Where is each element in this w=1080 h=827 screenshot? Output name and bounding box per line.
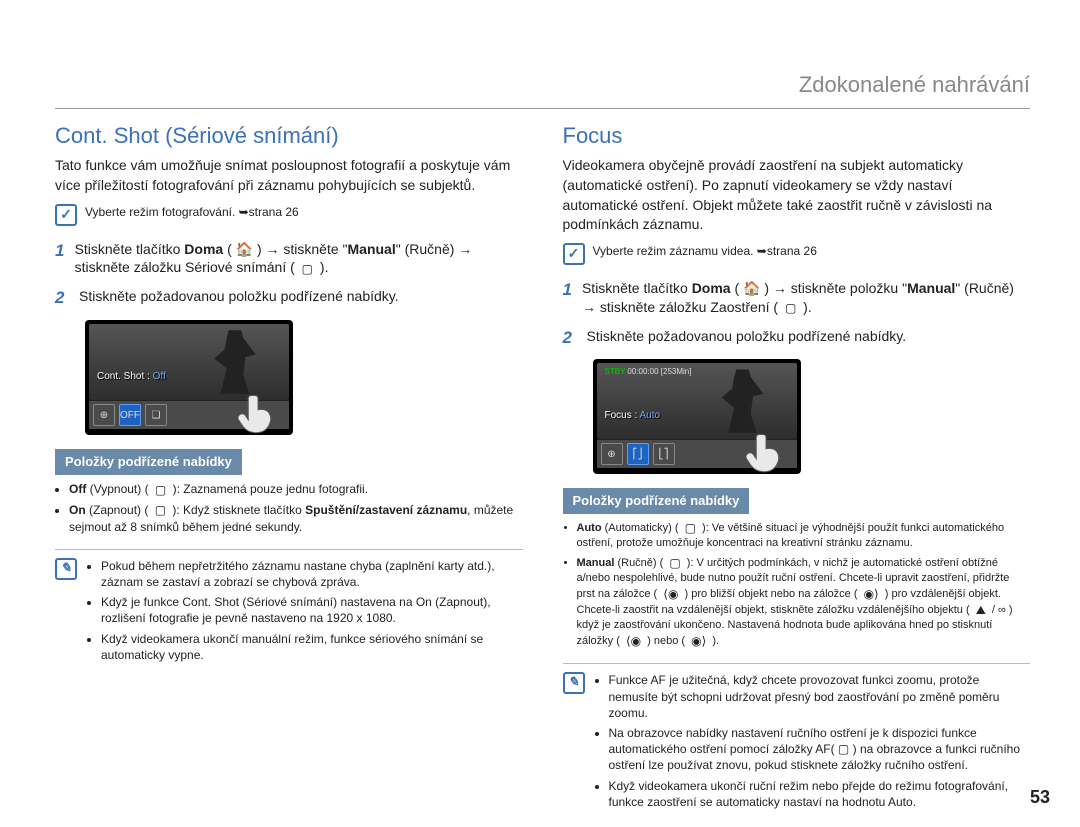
zoom-in-icon: ⊕ (601, 443, 623, 465)
note-right: ✎ Funkce AF je užitečná, když chcete pro… (563, 663, 1031, 814)
note-icon: ✎ (563, 672, 585, 694)
step1-text: Stiskněte tlačítko Doma ( 🏠 ) → stisknět… (582, 279, 1030, 317)
auto-icon: ▢ (682, 520, 699, 536)
col-focus: Focus Videokamera obyčejně provádí zaost… (563, 121, 1031, 814)
focus-tab-icon: ▢ (782, 300, 799, 316)
submenu-header-right: Položky podřízené nabídky (563, 488, 750, 514)
check-icon: ✓ (55, 204, 77, 226)
on-icon: ▢ (152, 502, 169, 518)
section-title-left: Cont. Shot (Sériové snímání) (55, 121, 523, 151)
near-icon: ⟨◉ (660, 586, 681, 602)
lcd-screenshot-left: Cont. Shot : Off ⊕ OFF ❏ (85, 320, 293, 435)
intro-left: Tato funkce vám umožňuje snímat posloupn… (55, 156, 523, 195)
lcd-status-label: Focus : Auto (605, 409, 661, 423)
col-cont-shot: Cont. Shot (Sériové snímání) Tato funkce… (55, 121, 523, 814)
prerequisite-text: Vyberte režim fotografování. ➥strana 26 (85, 204, 299, 220)
mountain-icon: ⛰ (973, 602, 989, 618)
finger-icon (743, 430, 787, 474)
submenu-header-left: Položky podřízené nabídky (55, 449, 242, 475)
step1-text: Stiskněte tlačítko Doma ( 🏠 ) → stisknět… (75, 240, 523, 278)
off-icon: ▢ (152, 482, 169, 498)
step-number: 1 (55, 240, 65, 278)
step2-text: Stiskněte požadovanou položku podřízené … (79, 287, 399, 310)
section-title-right: Focus (563, 121, 1031, 151)
step-number: 1 (563, 279, 572, 317)
submenu-item: Auto (Automaticky) ( ▢ ): Ve většině sit… (577, 520, 1031, 551)
prerequisite-right: ✓ Vyberte režim záznamu videa. ➥strana 2… (563, 243, 1031, 265)
zoom-in-icon: ⊕ (93, 404, 115, 426)
note-item: Pokud během nepřetržitého záznamu nastan… (101, 558, 523, 590)
step2-right: 2 Stiskněte požadovanou položku podřízen… (563, 327, 1031, 350)
manual-icon: ▢ (666, 555, 683, 571)
step1-right: 1 Stiskněte tlačítko Doma ( 🏠 ) → stiskn… (563, 279, 1031, 317)
note-item: Když je funkce Cont. Shot (Sériové snímá… (101, 594, 523, 626)
step-number: 2 (55, 287, 69, 310)
stby-indicator: STBY00:00:00 [253Min] (603, 367, 692, 378)
prerequisite-text: Vyberte režim záznamu videa. ➥strana 26 (593, 243, 817, 259)
off-option-icon: OFF (119, 404, 141, 426)
note-item: Když videokamera ukončí manuální režim, … (101, 631, 523, 663)
finger-icon (235, 391, 279, 435)
note-item: Na obrazovce nabídky nastavení ručního o… (609, 725, 1031, 774)
check-icon: ✓ (563, 243, 585, 265)
on-option-icon: ❏ (145, 404, 167, 426)
page-number: 53 (1030, 785, 1050, 809)
note-icon: ✎ (55, 558, 77, 580)
manual-page: Zdokonalené nahrávání Cont. Shot (Sériov… (0, 0, 1080, 827)
note-item: Funkce AF je užitečná, když chcete provo… (609, 672, 1031, 721)
submenu-item: On (Zapnout) ( ▢ ): Když stisknete tlačí… (69, 502, 523, 535)
burst-tab-icon: ▢ (299, 261, 316, 277)
chapter-title: Zdokonalené nahrávání (55, 70, 1030, 109)
submenu-item: Manual (Ručně) ( ▢ ): V určitých podmínk… (577, 555, 1031, 649)
submenu-list-right: Auto (Automaticky) ( ▢ ): Ve většině sit… (577, 520, 1031, 649)
step1-left: 1 Stiskněte tlačítko Doma ( 🏠 ) → stiskn… (55, 240, 523, 278)
step2-left: 2 Stiskněte požadovanou položku podřízen… (55, 287, 523, 310)
silhouette-icon (717, 369, 769, 433)
step-number: 2 (563, 327, 577, 350)
lcd-screenshot-right: STBY00:00:00 [253Min] Focus : Auto ⊕ ⎡⎦ … (593, 359, 801, 474)
manual-option-icon: ⎣⎤ (653, 443, 675, 465)
submenu-item: Off (Vypnout) ( ▢ ): Zaznamená pouze jed… (69, 481, 523, 498)
far-icon: ◉⟩ (688, 633, 709, 649)
note-left: ✎ Pokud během nepřetržitého záznamu nast… (55, 549, 523, 667)
step2-text: Stiskněte požadovanou položku podřízené … (587, 327, 907, 350)
lcd-status-label: Cont. Shot : Off (97, 370, 166, 384)
intro-right: Videokamera obyčejně provádí zaostření n… (563, 156, 1031, 234)
note-item: Když videokamera ukončí ruční režim nebo… (609, 778, 1031, 810)
submenu-list-left: Off (Vypnout) ( ▢ ): Zaznamená pouze jed… (69, 481, 523, 535)
prerequisite-left: ✓ Vyberte režim fotografování. ➥strana 2… (55, 204, 523, 226)
far-icon: ◉⟩ (861, 586, 882, 602)
auto-option-icon: ⎡⎦ (627, 443, 649, 465)
silhouette-icon (209, 330, 261, 394)
two-column-layout: Cont. Shot (Sériové snímání) Tato funkce… (55, 121, 1030, 814)
near-icon: ⟨◉ (623, 633, 644, 649)
